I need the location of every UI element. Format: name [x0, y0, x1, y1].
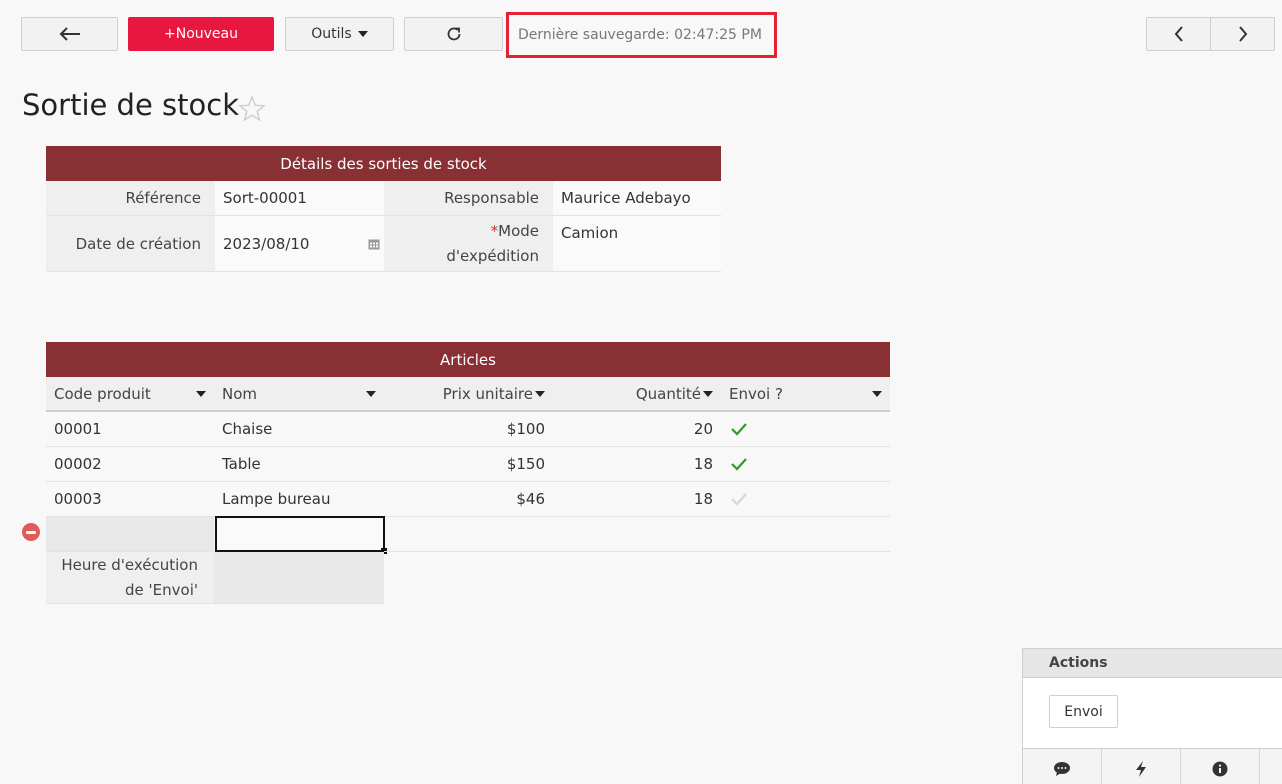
- caret-down-icon[interactable]: [703, 390, 713, 397]
- column-header-code[interactable]: Code produit: [46, 377, 214, 412]
- date-label: Date de création: [46, 216, 215, 272]
- table-cell-nom[interactable]: Lampe bureau: [214, 482, 384, 517]
- mode-expedition-field[interactable]: Camion: [553, 216, 721, 272]
- table-cell-envoi[interactable]: [721, 447, 890, 482]
- reference-label: Référence: [46, 181, 215, 216]
- details-section-header: Détails des sorties de stock: [46, 146, 721, 181]
- caret-down-icon[interactable]: [872, 390, 882, 397]
- articles-section-header: Articles: [46, 342, 890, 377]
- favorite-star-icon[interactable]: [238, 95, 266, 123]
- table-cell-code[interactable]: 00002: [46, 447, 214, 482]
- required-marker: *: [490, 221, 499, 240]
- table-cell-prix[interactable]: $150: [384, 447, 553, 482]
- bolt-icon: [1136, 761, 1146, 777]
- refresh-button[interactable]: [404, 17, 503, 51]
- execution-time-label: Heure d'exécution de 'Envoi': [46, 552, 214, 604]
- comment-icon: [1054, 762, 1070, 776]
- remove-row-icon[interactable]: [22, 523, 40, 541]
- back-button[interactable]: [21, 17, 118, 51]
- table-cell-envoi[interactable]: [721, 412, 890, 447]
- table-cell-quantite[interactable]: 18: [553, 482, 721, 517]
- exec-label-line1: Heure d'exécution: [61, 555, 198, 574]
- column-header-envoi[interactable]: Envoi ?: [721, 377, 890, 412]
- check-icon-inactive: [731, 493, 747, 506]
- tools-label: Outils: [311, 26, 352, 42]
- mode-expedition-label: *Mode d'expédition: [384, 216, 553, 272]
- caret-down-icon[interactable]: [366, 390, 376, 397]
- column-header-label: Quantité: [635, 384, 701, 403]
- date-value: 2023/08/10: [223, 234, 310, 253]
- mode-label-line2: d'expédition: [446, 246, 539, 265]
- table-cell-prix[interactable]: $46: [384, 482, 553, 517]
- table-cell-quantite[interactable]: 20: [553, 412, 721, 447]
- info-button[interactable]: [1181, 749, 1260, 784]
- arrow-left-icon: [59, 27, 80, 41]
- column-header-label: Code produit: [54, 384, 151, 403]
- actions-footer: [1023, 748, 1282, 784]
- responsable-label: Responsable: [384, 181, 553, 216]
- date-field[interactable]: 2023/08/10: [215, 216, 384, 272]
- calendar-icon[interactable]: [368, 238, 380, 250]
- next-record-button[interactable]: [1210, 18, 1274, 50]
- table-cell-code[interactable]: 00001: [46, 412, 214, 447]
- table-cell-prix[interactable]: $100: [384, 412, 553, 447]
- automation-button[interactable]: [1102, 749, 1181, 784]
- column-header-label: Prix unitaire: [442, 384, 533, 403]
- check-icon: [731, 458, 747, 471]
- caret-down-icon[interactable]: [535, 390, 545, 397]
- table-cell-quantite[interactable]: 18: [553, 447, 721, 482]
- caret-down-icon[interactable]: [196, 390, 206, 397]
- table-cell-nom[interactable]: Chaise: [214, 412, 384, 447]
- tools-dropdown-button[interactable]: Outils: [285, 17, 394, 51]
- last-saved-status: Dernière sauvegarde: 02:47:25 PM: [506, 12, 777, 58]
- chevron-right-icon: [1238, 26, 1247, 42]
- column-header-prix[interactable]: Prix unitaire: [384, 377, 553, 412]
- new-row-nom-cell-selected[interactable]: [215, 516, 385, 552]
- check-icon: [731, 423, 747, 436]
- table-cell-code[interactable]: 00003: [46, 482, 214, 517]
- responsable-field[interactable]: Maurice Adebayo: [553, 181, 721, 216]
- table-cell-nom[interactable]: Table: [214, 447, 384, 482]
- actions-panel: Actions Envoi: [1022, 648, 1282, 784]
- column-header-nom[interactable]: Nom: [214, 377, 384, 412]
- page-title: Sortie de stock: [22, 88, 239, 122]
- mode-label-line1: Mode: [498, 221, 539, 240]
- actions-title: Actions: [1023, 649, 1282, 678]
- new-button[interactable]: +Nouveau: [128, 17, 274, 51]
- column-header-label: Nom: [222, 384, 258, 403]
- new-row-rest: [384, 517, 890, 552]
- execution-time-field: [214, 552, 384, 604]
- envoi-action-button[interactable]: Envoi: [1049, 695, 1118, 728]
- table-cell-envoi[interactable]: [721, 482, 890, 517]
- previous-record-button[interactable]: [1147, 18, 1210, 50]
- column-header-quantite[interactable]: Quantité: [553, 377, 721, 412]
- exec-label-line2: de 'Envoi': [125, 580, 198, 599]
- column-header-label: Envoi ?: [729, 384, 783, 403]
- chevron-left-icon: [1174, 26, 1183, 42]
- info-icon: [1212, 761, 1228, 777]
- caret-down-icon: [357, 31, 368, 37]
- refresh-icon: [447, 27, 460, 41]
- reference-field[interactable]: Sort-00001: [215, 181, 384, 216]
- comments-button[interactable]: [1023, 749, 1102, 784]
- new-row-code-cell[interactable]: [46, 517, 214, 552]
- record-navigation: [1146, 17, 1275, 51]
